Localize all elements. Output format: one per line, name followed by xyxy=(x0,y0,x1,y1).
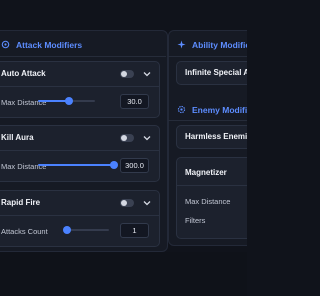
rapid-fire-setting-label: Attacks Count xyxy=(1,227,48,236)
kill-aura-title: Kill Aura xyxy=(1,133,34,142)
auto-attack-title: Auto Attack xyxy=(1,69,46,78)
ability-modifiers-header: Ability Modifiers xyxy=(176,35,247,55)
infinite-special-attack-title: Infinite Special Attack xyxy=(185,68,247,77)
magnetizer-card-header[interactable]: Magnetizer xyxy=(177,158,247,182)
attack-modifiers-title: Attack Modifiers xyxy=(16,40,83,50)
card-divider xyxy=(0,86,159,87)
rapid-fire-count-slider[interactable] xyxy=(63,225,109,235)
ability-modifiers-title: Ability Modifiers xyxy=(192,40,247,50)
rapid-fire-card: Rapid Fire Attacks Count 1 xyxy=(0,190,160,247)
enemy-modifiers-header: Enemy Modifiers xyxy=(176,100,247,120)
harmless-enemies-card[interactable]: Harmless Enemies xyxy=(176,125,247,149)
rapid-fire-toggle[interactable] xyxy=(120,199,134,207)
rapid-fire-count-input[interactable]: 1 xyxy=(120,223,149,238)
kill-aura-toggle[interactable] xyxy=(120,134,134,142)
card-divider xyxy=(177,185,247,186)
toggle-knob xyxy=(121,200,127,206)
auto-attack-card: Auto Attack Max Distance 30.0 xyxy=(0,61,160,118)
kill-aura-card-header[interactable]: Kill Aura xyxy=(0,126,159,150)
infinite-special-attack-card[interactable]: Infinite Special Attack xyxy=(176,61,247,85)
enemy-header-divider xyxy=(168,120,247,121)
app-root: Attack Modifiers Auto Attack Max Distanc… xyxy=(0,0,247,296)
auto-attack-toggle[interactable] xyxy=(120,70,134,78)
slider-thumb[interactable] xyxy=(110,161,118,169)
target-icon xyxy=(0,40,10,51)
slider-track xyxy=(67,229,109,231)
card-divider xyxy=(0,215,159,216)
slider-thumb[interactable] xyxy=(64,97,73,105)
chevron-down-icon[interactable] xyxy=(142,198,152,208)
gear-icon xyxy=(176,105,186,116)
slider-thumb[interactable] xyxy=(63,226,71,234)
card-divider xyxy=(0,150,159,151)
kill-aura-card: Kill Aura Max Distance 300.0 xyxy=(0,125,160,182)
chevron-down-icon[interactable] xyxy=(142,133,152,143)
magnetizer-title: Magnetizer xyxy=(185,168,227,177)
slider-fill xyxy=(38,164,114,166)
auto-attack-distance-slider[interactable] xyxy=(38,96,95,106)
magnetizer-max-distance-label: Max Distance xyxy=(185,197,231,206)
ability-header-divider xyxy=(168,56,247,57)
toggle-knob xyxy=(121,135,127,141)
footer-area xyxy=(0,252,247,296)
enemy-modifiers-title: Enemy Modifiers xyxy=(192,105,247,115)
auto-attack-card-header[interactable]: Auto Attack xyxy=(0,62,159,86)
magnetizer-filters-label: Filters xyxy=(185,216,206,225)
attack-modifiers-header: Attack Modifiers xyxy=(0,35,82,55)
harmless-enemies-title: Harmless Enemies xyxy=(185,132,247,141)
chevron-down-icon[interactable] xyxy=(142,69,152,79)
kill-aura-distance-slider[interactable] xyxy=(38,160,118,170)
attack-header-divider xyxy=(0,56,166,57)
kill-aura-distance-input[interactable]: 300.0 xyxy=(120,158,149,173)
sparkle-icon xyxy=(176,39,186,51)
rapid-fire-title: Rapid Fire xyxy=(1,198,41,207)
toggle-knob xyxy=(121,71,127,77)
magnetizer-card: Magnetizer Max Distance Filters xyxy=(176,157,247,239)
rapid-fire-card-header[interactable]: Rapid Fire xyxy=(0,191,159,215)
auto-attack-distance-input[interactable]: 30.0 xyxy=(120,94,149,109)
